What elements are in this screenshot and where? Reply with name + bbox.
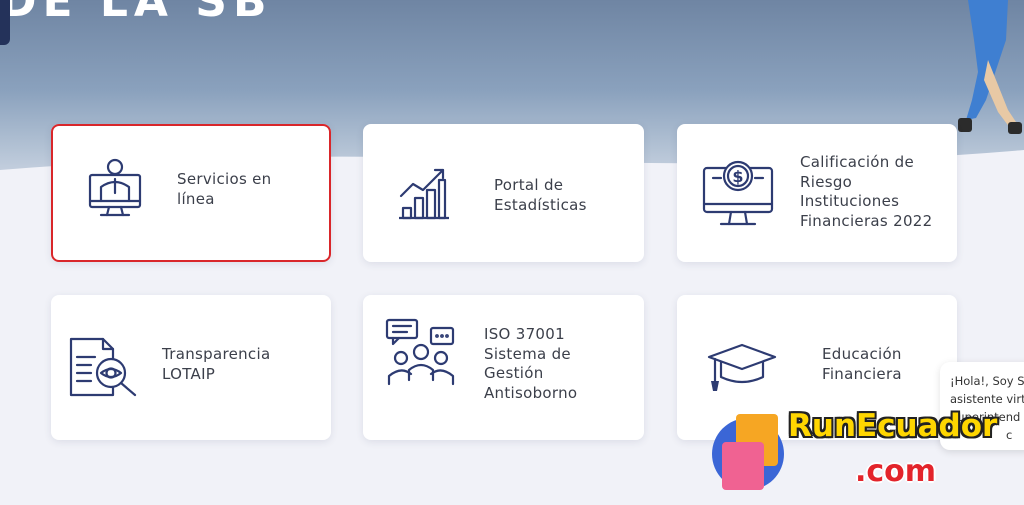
hero-person-left [0,0,10,45]
card-online-services[interactable]: Servicios en línea [51,124,331,262]
hero-title: DE LA SB [0,0,273,27]
card-label: Calificación de Riesgo Instituciones Fin… [800,153,933,230]
dollar-monitor-icon: $ [702,160,774,226]
hero-person-right [958,0,1022,134]
watermark-logo-doc [722,442,764,490]
online-services-icon [88,158,142,217]
card-label: Portal de Estadísticas [494,176,587,214]
card-transparency-lotaip[interactable]: Transparencia LOTAIP [51,295,331,440]
team-chat-icon [385,318,455,386]
card-statistics-portal[interactable]: Portal de Estadísticas [363,124,644,262]
card-label: Servicios en línea [177,170,272,208]
card-label: ISO 37001 Sistema de Gestión Antisoborno [484,325,578,402]
watermark-brand: RunEcuador [788,408,998,444]
svg-text:$: $ [732,167,743,186]
statistics-chart-icon [399,168,449,220]
card-iso-37001[interactable]: ISO 37001 Sistema de Gestión Antisoborno [363,295,644,440]
watermark-domain: .com [855,454,937,489]
chat-text-line: ¡Hola!, Soy S [950,374,1024,388]
graduation-cap-icon [707,343,777,391]
chat-text-line: asistente virt [950,392,1024,406]
card-label: Educación Financiera [822,345,902,383]
chat-text-line: c [1006,428,1013,442]
document-search-icon [69,337,137,397]
card-risk-rating[interactable]: $ Calificación de Riesgo Instituciones F… [677,124,957,262]
card-label: Transparencia LOTAIP [162,345,271,383]
